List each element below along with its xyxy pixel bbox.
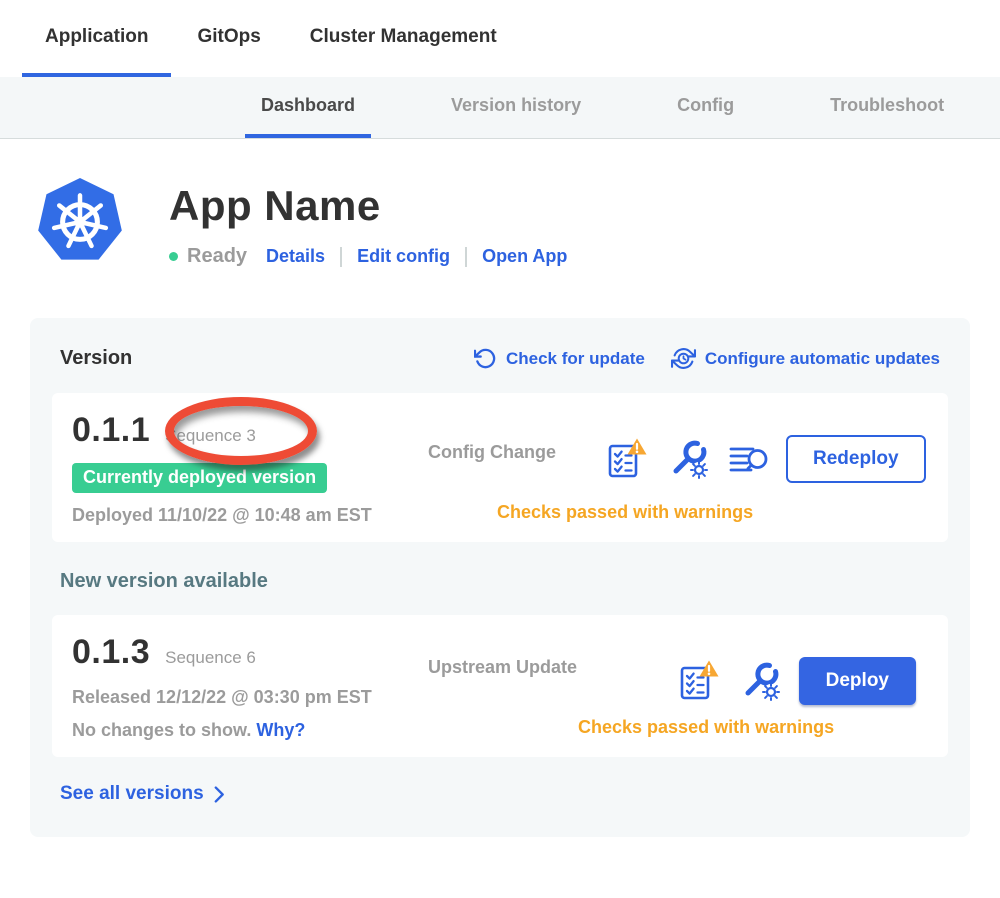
config-wrench-gear-icon[interactable] (738, 659, 782, 703)
top-nav: Application GitOps Cluster Management (0, 0, 1000, 77)
deploy-button[interactable]: Deploy (799, 657, 916, 705)
divider (465, 247, 467, 267)
check-for-update-button[interactable]: Check for update (474, 347, 645, 370)
sub-tab-dashboard[interactable]: Dashboard (245, 77, 371, 138)
status-badge: Ready (187, 245, 247, 268)
details-link[interactable]: Details (266, 246, 325, 267)
page-title: App Name (169, 182, 567, 230)
status-dot-icon (169, 252, 178, 261)
refresh-icon (474, 347, 497, 370)
current-version-number: 0.1.1 (72, 411, 150, 450)
deployed-timestamp: Deployed 11/10/22 @ 10:48 am EST (72, 505, 428, 526)
top-tab-cluster-management[interactable]: Cluster Management (287, 0, 520, 77)
see-all-versions-link[interactable]: See all versions (60, 783, 940, 805)
app-header: App Name Ready Details Edit config Open … (0, 139, 1000, 268)
why-link[interactable]: Why? (256, 720, 305, 740)
new-version-heading: New version available (60, 570, 940, 593)
next-checks-status: Checks passed with warnings (578, 717, 834, 738)
next-change-type: Upstream Update (428, 657, 603, 741)
sub-tab-version-history[interactable]: Version history (435, 77, 597, 138)
chevron-right-icon (214, 786, 225, 803)
check-for-update-label: Check for update (506, 349, 645, 369)
current-checks-status: Checks passed with warnings (497, 502, 753, 523)
sub-tab-troubleshoot[interactable]: Troubleshoot (814, 77, 960, 138)
configure-automatic-updates-label: Configure automatic updates (705, 349, 940, 369)
see-all-versions-label: See all versions (60, 783, 204, 805)
redeploy-button[interactable]: Redeploy (786, 435, 926, 483)
released-timestamp: Released 12/12/22 @ 03:30 pm EST (72, 687, 428, 708)
preflight-checklist-warning-icon[interactable] (603, 437, 649, 481)
top-tab-application[interactable]: Application (22, 0, 171, 77)
config-wrench-gear-icon[interactable] (666, 437, 710, 481)
diff-view-search-icon[interactable] (727, 439, 769, 479)
edit-config-link[interactable]: Edit config (357, 246, 450, 267)
preflight-checklist-warning-icon[interactable] (675, 659, 721, 703)
currently-deployed-badge: Currently deployed version (72, 463, 327, 493)
next-version-number: 0.1.3 (72, 633, 150, 672)
current-version-sequence: Sequence 3 (165, 426, 256, 446)
app-sub-nav: Dashboard Version history Config Trouble… (0, 77, 1000, 139)
top-tab-gitops[interactable]: GitOps (174, 0, 283, 77)
version-section-title: Version (60, 347, 474, 370)
next-version-sequence: Sequence 6 (165, 648, 256, 668)
divider (340, 247, 342, 267)
sub-tab-config[interactable]: Config (661, 77, 750, 138)
open-app-link[interactable]: Open App (482, 246, 567, 267)
version-section: Version Check for update Configure autom… (30, 318, 970, 837)
current-version-card: 0.1.1 Sequence 3 Currently deployed vers… (52, 393, 948, 542)
no-changes-text: No changes to show. (72, 720, 251, 740)
auto-update-clock-icon (671, 346, 696, 371)
next-version-card: 0.1.3 Sequence 6 Released 12/12/22 @ 03:… (52, 615, 948, 757)
configure-automatic-updates-button[interactable]: Configure automatic updates (671, 346, 940, 371)
kubernetes-logo-icon (35, 176, 125, 268)
